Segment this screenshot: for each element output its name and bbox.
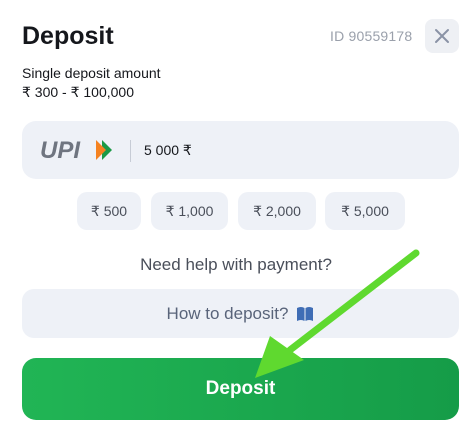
upi-logo: UPI [40, 137, 112, 163]
amount-input[interactable]: UPI 5 000 ₹ [22, 121, 459, 179]
page-title: Deposit [22, 22, 114, 50]
deposit-button[interactable]: Deposit [22, 358, 459, 420]
quick-amount-2000[interactable]: ₹ 2,000 [238, 192, 316, 230]
help-text: Need help with payment? [140, 255, 332, 274]
close-icon [435, 29, 449, 43]
how-to-deposit-button[interactable]: How to deposit? [22, 289, 459, 338]
divider [130, 140, 131, 162]
user-id-label: ID 90559178 [330, 28, 413, 44]
how-to-deposit-label: How to deposit? [166, 303, 289, 323]
amount-value[interactable]: 5 000 ₹ [144, 142, 192, 159]
quick-amount-1000[interactable]: ₹ 1,000 [151, 192, 228, 230]
svg-text:UPI: UPI [40, 137, 81, 163]
close-button[interactable] [425, 19, 459, 53]
deposit-limit-label: Single deposit amount [22, 65, 161, 81]
book-icon [297, 306, 314, 321]
quick-amount-5000[interactable]: ₹ 5,000 [325, 192, 405, 230]
quick-amount-500[interactable]: ₹ 500 [77, 192, 141, 230]
deposit-limit-range: ₹ 300 - ₹ 100,000 [22, 84, 134, 100]
